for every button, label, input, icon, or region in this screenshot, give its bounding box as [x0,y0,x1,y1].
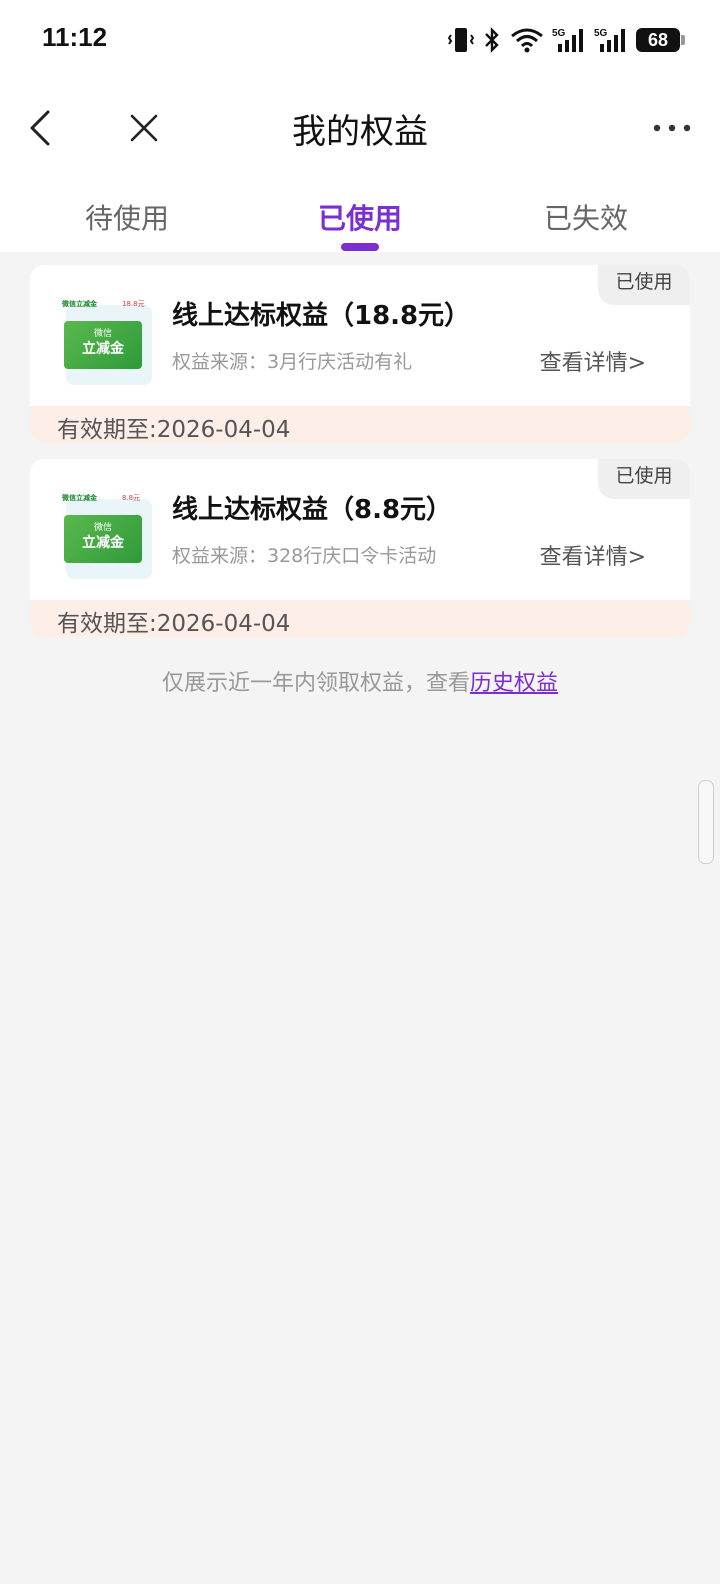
nav-bar: 我的权益 [0,80,720,175]
tab-used[interactable]: 已使用 [240,197,480,237]
voucher-image: 微信立减金 8.8元 微信 立减金 [60,493,152,579]
footer-note: 仅展示近一年内领取权益，查看历史权益 [0,665,720,697]
status-bar: 11:12 5G 5G 68 [0,0,720,80]
tab-pending[interactable]: 待使用 [7,197,247,237]
card-expiry-bar: 有效期至:2026-04-04 [30,406,690,443]
benefit-card[interactable]: 已使用 微信立减金 18.8元 微信 立减金 线上达标权益（18.8元） 权益来… [30,265,690,443]
tab-bar: 待使用 已使用 已失效 [0,175,720,252]
view-details-link[interactable]: 查看详情> [540,345,646,377]
card-expiry-text: 有效期至:2026-04-04 [57,611,291,637]
voucher-amount: 18.8元 [122,300,145,308]
card-expiry-text: 有效期至:2026-04-04 [57,417,291,443]
5g-signal-icon: 5G [594,28,625,52]
card-source: 权益来源：3月行庆活动有礼 [172,351,413,373]
more-icon[interactable] [652,116,692,140]
card-source: 权益来源：328行庆口令卡活动 [172,545,437,567]
card-title: 线上达标权益（8.8元） [172,495,453,525]
card-expiry-bar: 有效期至:2026-04-04 [30,600,690,637]
wifi-icon [511,28,543,53]
tab-expired[interactable]: 已失效 [466,197,706,237]
bluetooth-icon [485,27,499,53]
tab-active-indicator [341,243,379,251]
status-badge: 已使用 [598,265,690,305]
history-benefits-link[interactable]: 历史权益 [470,671,558,696]
voucher-amount: 8.8元 [122,494,141,502]
svg-text:5G: 5G [552,28,566,39]
status-badge: 已使用 [598,459,690,499]
view-details-link[interactable]: 查看详情> [540,539,646,571]
5g-signal-icon: 5G [552,28,583,52]
footer-note-text: 仅展示近一年内领取权益，查看 [161,671,470,696]
voucher-brand: 微信立减金 [62,300,97,308]
status-time: 11:12 [42,22,108,52]
voucher-brand: 微信立减金 [62,494,97,502]
page-title: 我的权益 [292,112,428,152]
scrollbar-handle[interactable] [698,780,714,864]
svg-text:5G: 5G [594,28,608,39]
voucher-line1: 微信 [93,523,112,533]
vibrate-icon [448,28,474,52]
benefit-card[interactable]: 已使用 微信立减金 8.8元 微信 立减金 线上达标权益（8.8元） 权益来源：… [30,459,690,637]
status-icons: 5G 5G 68 [448,24,685,56]
battery-icon: 68 [636,28,685,52]
voucher-line1: 微信 [93,329,112,339]
voucher-line2: 立减金 [82,535,124,551]
voucher-line2: 立减金 [82,341,124,357]
card-title: 线上达标权益（18.8元） [172,301,471,331]
voucher-image: 微信立减金 18.8元 微信 立减金 [60,299,152,385]
